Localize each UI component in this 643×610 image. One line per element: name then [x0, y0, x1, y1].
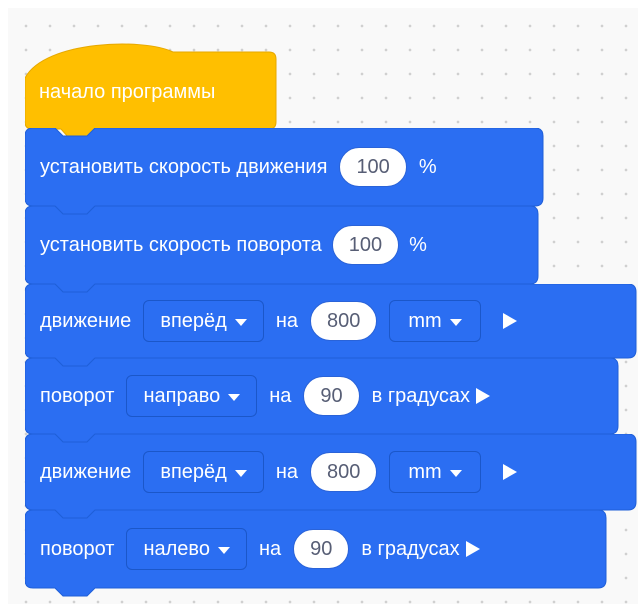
chevron-down-icon: [449, 469, 462, 477]
distance-value-input[interactable]: 800: [309, 301, 378, 341]
distance-value-input[interactable]: 800: [309, 452, 378, 492]
play-icon[interactable]: [502, 464, 517, 480]
play-icon[interactable]: [502, 313, 517, 329]
on-label: на: [258, 538, 282, 560]
move-forward-block[interactable]: движение вперёд на 800 mm: [25, 284, 638, 366]
unit-dropdown[interactable]: mm: [389, 451, 481, 493]
block-label: движение: [40, 310, 132, 332]
set-turn-speed-block[interactable]: установить скорость поворота 100 %: [25, 206, 540, 292]
turn-right-block[interactable]: поворот направо на 90 в градусах: [25, 358, 620, 442]
chevron-down-icon: [228, 393, 241, 401]
chevron-down-icon: [449, 318, 462, 326]
chevron-down-icon: [217, 546, 230, 554]
angle-value-input[interactable]: 90: [293, 529, 350, 569]
block-label: установить скорость движения: [40, 156, 328, 178]
percent-label: %: [418, 156, 437, 178]
direction-dropdown[interactable]: вперёд: [143, 300, 264, 342]
move-forward-block[interactable]: движение вперёд на 800 mm: [25, 434, 638, 518]
program-start-label: начало программы: [39, 81, 216, 103]
chevron-down-icon: [234, 318, 247, 326]
block-label: движение: [40, 461, 132, 483]
block-label: поворот: [40, 538, 115, 560]
play-icon[interactable]: [465, 541, 480, 557]
on-label: на: [269, 385, 292, 407]
play-icon[interactable]: [475, 388, 490, 404]
direction-dropdown[interactable]: вперёд: [143, 451, 264, 493]
direction-value: вперёд: [160, 460, 227, 483]
unit-value: mm: [408, 309, 442, 332]
direction-value: вперёд: [160, 309, 227, 332]
unit-dropdown[interactable]: mm: [389, 300, 481, 342]
speed-value-input[interactable]: 100: [339, 147, 407, 187]
turn-left-block[interactable]: поворот налево на 90 в градусах: [25, 510, 608, 597]
angle-value-input[interactable]: 90: [303, 376, 360, 416]
block-label: поворот: [40, 385, 115, 407]
percent-label: %: [409, 234, 427, 256]
set-move-speed-block[interactable]: установить скорость движения 100 %: [25, 128, 545, 214]
unit-value: mm: [408, 460, 442, 483]
on-label: на: [275, 310, 298, 332]
direction-dropdown[interactable]: налево: [126, 528, 247, 570]
block-label: установить скорость поворота: [40, 234, 322, 256]
unit-label: в градусах: [371, 385, 470, 407]
direction-value: налево: [143, 537, 210, 560]
direction-value: направо: [143, 384, 221, 407]
chevron-down-icon: [234, 469, 247, 477]
turn-speed-value-input[interactable]: 100: [331, 225, 400, 265]
direction-dropdown[interactable]: направо: [126, 375, 258, 417]
unit-label: в градусах: [361, 538, 460, 560]
on-label: на: [275, 461, 298, 483]
